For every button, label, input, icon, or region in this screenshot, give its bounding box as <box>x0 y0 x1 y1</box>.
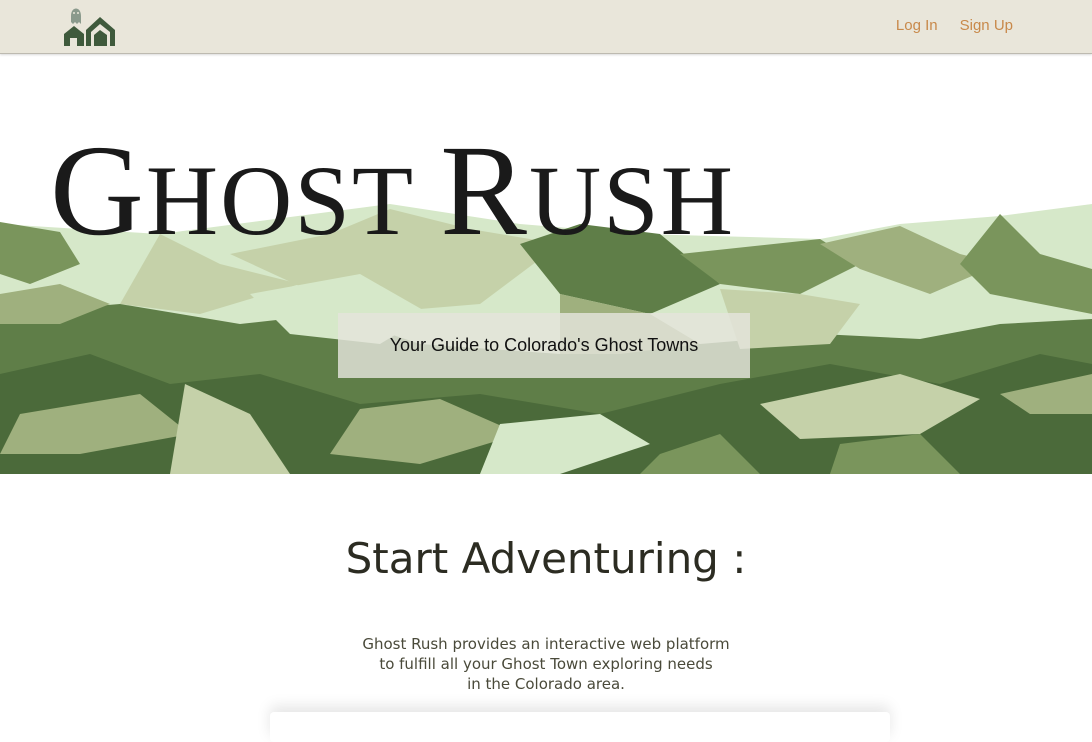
tagline: Your Guide to Colorado's Ghost Towns <box>389 335 699 355</box>
sign-up-link[interactable]: Sign Up <box>960 17 1013 34</box>
description-line: to fulfill all your Ghost Town exploring… <box>379 655 713 673</box>
description: Ghost Rush provides an interactive web p… <box>346 634 746 694</box>
hero-banner: GHOST RUSH Your Guide to Colorado's Ghos… <box>0 54 1092 474</box>
description-line: in the Colorado area. <box>467 675 625 693</box>
tagline-box: Your Guide to Colorado's Ghost Towns <box>338 313 750 378</box>
start-adventuring-heading: Start Adventuring : <box>345 534 747 583</box>
navbar: Log In Sign Up <box>0 0 1092 54</box>
ghost-houses-logo-icon[interactable] <box>62 2 120 48</box>
description-line: Ghost Rush provides an interactive web p… <box>362 635 730 653</box>
hero-title: GHOST RUSH <box>50 119 735 263</box>
mountains-illustration <box>0 204 1092 474</box>
log-in-link[interactable]: Log In <box>896 17 938 34</box>
content-card <box>270 712 890 742</box>
